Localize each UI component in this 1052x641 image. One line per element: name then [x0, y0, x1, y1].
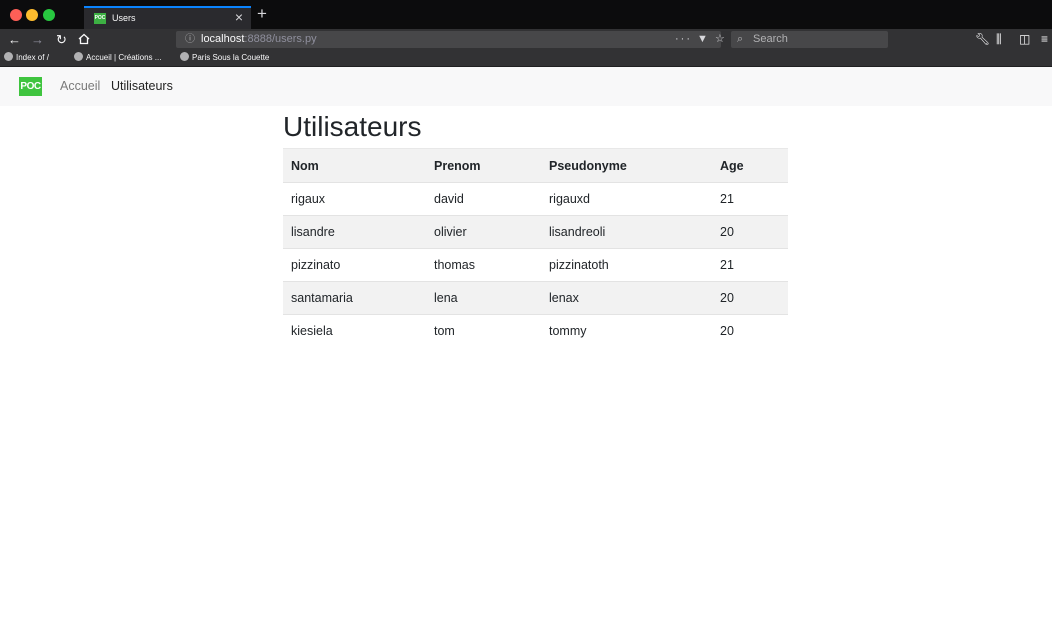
brand-logo[interactable]: POC [19, 77, 42, 96]
browser-titlebar: POC Users × + [0, 0, 1052, 29]
url-text: localhost:8888/users.py [201, 31, 317, 48]
bookmark-item[interactable]: Index of / [4, 50, 49, 66]
nav-link-utilisateurs[interactable]: Utilisateurs [111, 67, 173, 106]
site-info-icon[interactable]: ⓘ [185, 31, 195, 48]
bookmark-item[interactable]: Paris Sous la Couette [180, 50, 269, 66]
nav-link-accueil[interactable]: Accueil [60, 67, 100, 106]
bookmark-item[interactable]: Accueil | Créations ... [74, 50, 161, 66]
cell-pseudonyme: pizzinatoth [541, 248, 712, 282]
table-header-row: Nom Prenom Pseudonyme Age [283, 148, 788, 183]
url-path: :8888/users.py [244, 33, 317, 45]
pocket-icon[interactable]: ▼ [697, 33, 710, 45]
cell-age: 21 [712, 182, 788, 216]
globe-icon [74, 52, 83, 61]
page-title: Utilisateurs [283, 111, 422, 142]
bookmarks-toolbar: Index of / Accueil | Créations ... Paris… [0, 50, 1052, 67]
cell-nom: rigaux [283, 182, 426, 216]
globe-icon [180, 52, 189, 61]
users-table: Nom Prenom Pseudonyme Age rigaux david r… [283, 148, 788, 347]
search-placeholder: Search [753, 33, 788, 45]
home-icon[interactable] [78, 29, 90, 50]
cell-prenom: tom [426, 314, 541, 347]
table-row: pizzinato thomas pizzinatoth 21 [283, 248, 788, 282]
cell-age: 20 [712, 281, 788, 315]
close-window-button[interactable] [10, 9, 22, 21]
column-header-pseudonyme: Pseudonyme [541, 148, 712, 183]
search-icon: ⌕ [737, 33, 744, 45]
sidebar-icon[interactable]: ◫ [1019, 29, 1030, 50]
library-icon[interactable]: ⫼ [996, 29, 1002, 50]
tab-title: Users [112, 13, 136, 23]
cell-prenom: thomas [426, 248, 541, 282]
cell-pseudonyme: rigauxd [541, 182, 712, 216]
cell-pseudonyme: lenax [541, 281, 712, 315]
minimize-window-button[interactable] [26, 9, 38, 21]
poc-favicon-icon: POC [94, 13, 106, 24]
table-row: rigaux david rigauxd 21 [283, 182, 788, 216]
cell-pseudonyme: tommy [541, 314, 712, 347]
cell-prenom: david [426, 182, 541, 216]
cell-prenom: lena [426, 281, 541, 315]
forward-icon[interactable]: → [31, 29, 44, 50]
cell-age: 21 [712, 248, 788, 282]
reload-icon[interactable]: ↻ [56, 29, 67, 50]
column-header-prenom: Prenom [426, 148, 541, 183]
cell-nom: santamaria [283, 281, 426, 315]
close-tab-icon[interactable]: × [235, 8, 243, 26]
cell-nom: kiesiela [283, 314, 426, 347]
maximize-window-button[interactable] [43, 9, 55, 21]
column-header-age: Age [712, 148, 788, 183]
url-bar[interactable]: ⓘ localhost:8888/users.py ··· ▼ ☆ [176, 31, 725, 48]
tab-users[interactable]: POC Users × [84, 6, 251, 29]
wrench-icon[interactable]: 🔧︎ [975, 29, 990, 50]
cell-age: 20 [712, 215, 788, 249]
bookmark-star-icon[interactable]: ☆ [715, 33, 727, 45]
table-row: kiesiela tom tommy 20 [283, 314, 788, 347]
column-header-nom: Nom [283, 148, 426, 183]
cell-nom: pizzinato [283, 248, 426, 282]
url-host: localhost [201, 33, 245, 45]
cell-pseudonyme: lisandreoli [541, 215, 712, 249]
site-navbar: POC Accueil Utilisateurs [0, 67, 1052, 106]
back-icon[interactable]: ← [8, 29, 21, 50]
cell-age: 20 [712, 314, 788, 347]
search-bar[interactable]: ⌕ Search [731, 31, 888, 48]
table-row: santamaria lena lenax 20 [283, 281, 788, 315]
cell-nom: lisandre [283, 215, 426, 249]
cell-prenom: olivier [426, 215, 541, 249]
globe-icon [4, 52, 13, 61]
new-tab-icon[interactable]: + [257, 4, 267, 24]
table-row: lisandre olivier lisandreoli 20 [283, 215, 788, 249]
page-actions-icons[interactable]: ··· ▼ ☆ [675, 31, 727, 48]
menu-icon[interactable]: ≡ [1041, 29, 1048, 50]
